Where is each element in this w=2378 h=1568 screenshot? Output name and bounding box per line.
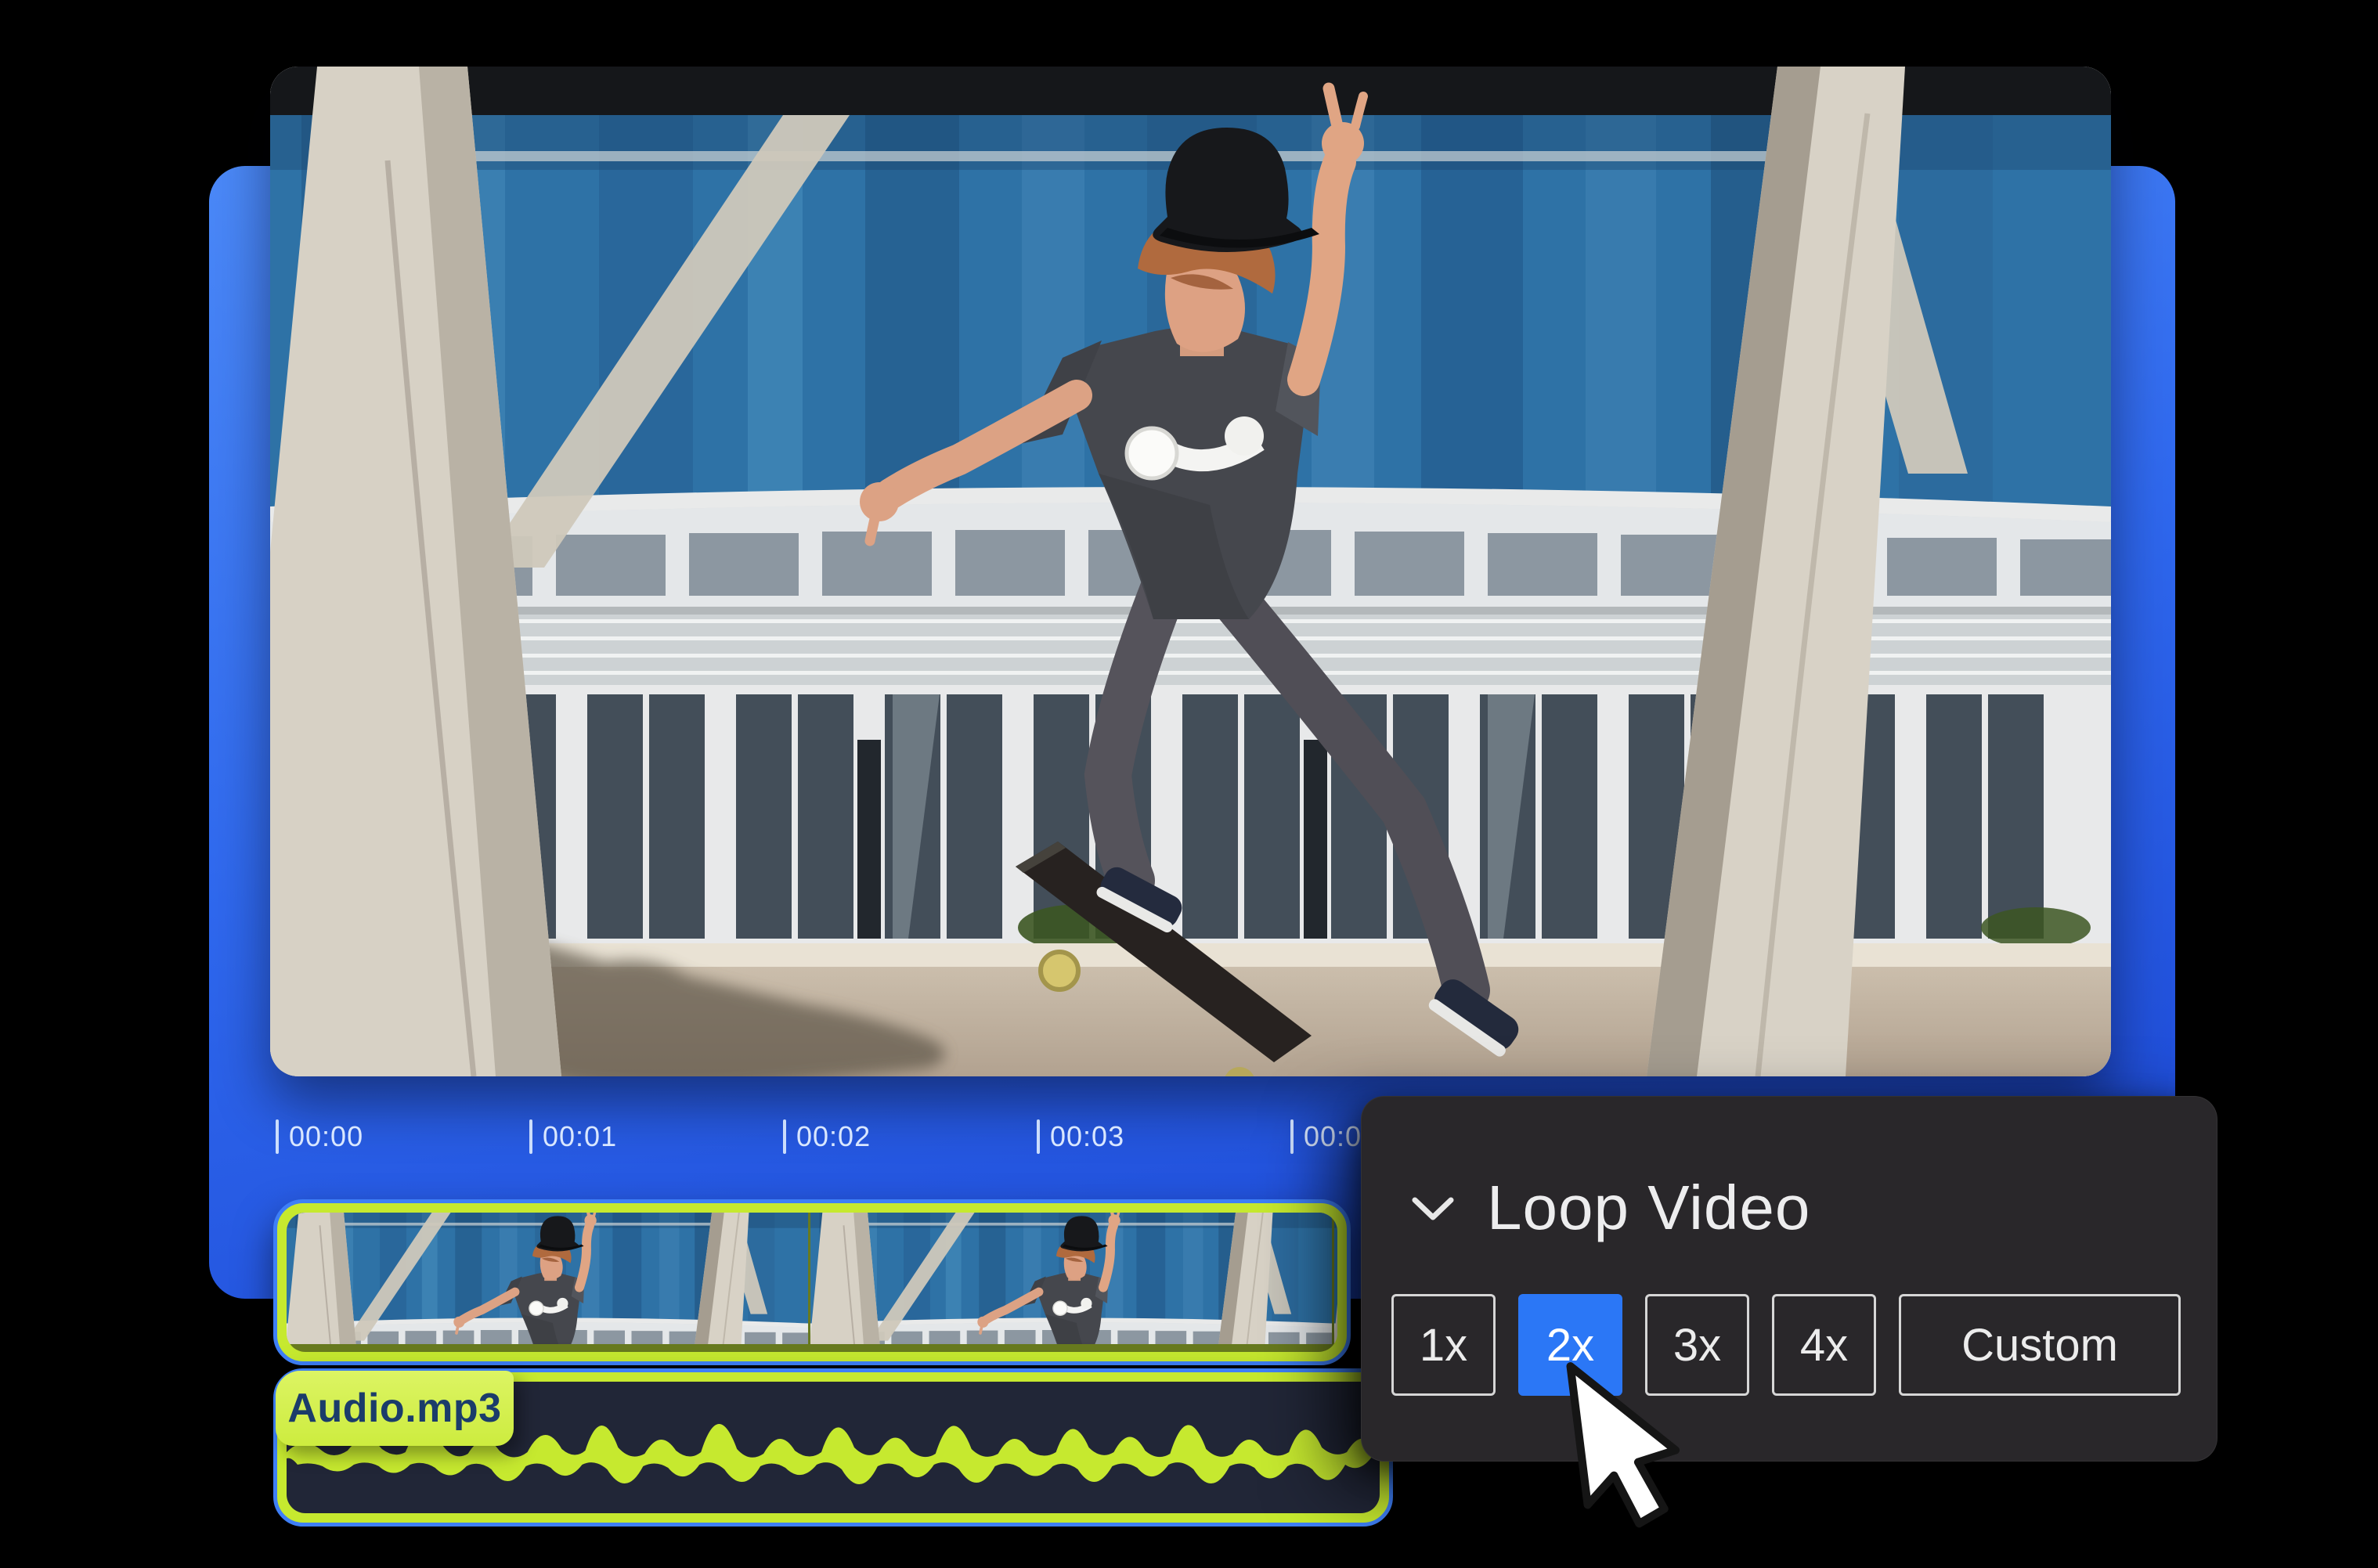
- tick-label: 00:02: [796, 1120, 871, 1153]
- video-thumbnail: [1334, 1213, 1337, 1352]
- tick-label: 00:01: [543, 1120, 617, 1153]
- loop-option-1x[interactable]: 1x: [1391, 1294, 1496, 1396]
- tick-mark: [783, 1119, 786, 1154]
- loop-option-custom[interactable]: Custom: [1899, 1294, 2181, 1396]
- tick-label: 00:00: [289, 1120, 363, 1153]
- editor-stage: 00:00 00:01 00:02 00:03 00:04: [0, 0, 2378, 1568]
- loop-option-4x[interactable]: 4x: [1772, 1294, 1876, 1396]
- timeline-tick: 00:03: [1037, 1119, 1124, 1154]
- loop-options-row: 1x 2x 3x 4x Custom: [1391, 1294, 2181, 1396]
- skateboarder-frame: [270, 67, 2111, 1076]
- chevron-down-icon: [1410, 1194, 1456, 1222]
- timeline-tick: 00:01: [529, 1119, 617, 1154]
- mouse-pointer-icon: [1553, 1361, 1686, 1548]
- video-thumbnail: [810, 1213, 1332, 1352]
- tick-label: 00:03: [1050, 1120, 1124, 1153]
- audio-track-clip[interactable]: Audio.mp3: [273, 1368, 1393, 1527]
- video-preview: [270, 67, 2111, 1076]
- tick-mark: [276, 1119, 279, 1154]
- loop-video-panel: Loop Video 1x 2x 3x 4x Custom: [1361, 1096, 2217, 1462]
- tick-mark: [1290, 1119, 1294, 1154]
- timeline-tick: 00:02: [783, 1119, 871, 1154]
- timeline-tick: 00:00: [276, 1119, 363, 1154]
- tick-mark: [529, 1119, 532, 1154]
- loop-panel-title: Loop Video: [1487, 1172, 1810, 1244]
- audio-clip-label: Audio.mp3: [276, 1371, 514, 1446]
- video-thumbnail-strip: [287, 1213, 1337, 1352]
- loop-panel-header[interactable]: Loop Video: [1410, 1172, 1810, 1244]
- video-track-clip[interactable]: [273, 1199, 1351, 1365]
- video-thumbnail: [287, 1213, 808, 1352]
- tick-mark: [1037, 1119, 1040, 1154]
